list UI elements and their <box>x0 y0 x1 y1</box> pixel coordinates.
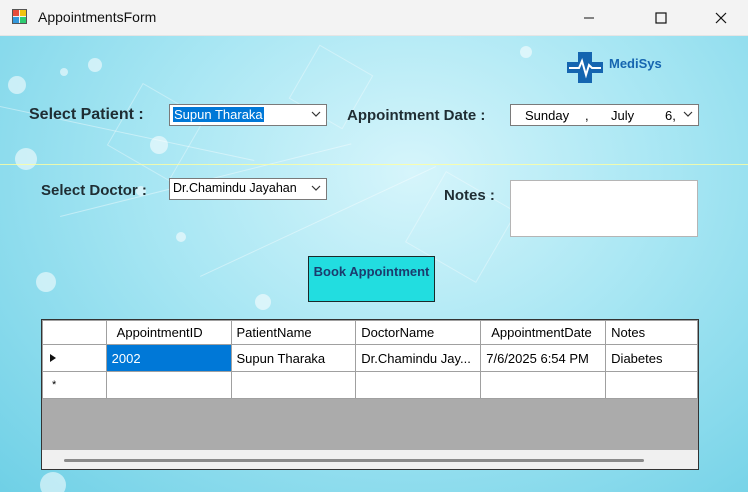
background-decoration <box>255 294 271 310</box>
grid-header-row: AppointmentID PatientName DoctorName App… <box>42 320 698 345</box>
new-row[interactable]: * <box>42 371 698 399</box>
cell-doctorname[interactable]: Dr.Chamindu Jay... <box>355 344 482 372</box>
table-row[interactable]: 2002 Supun Tharaka Dr.Chamindu Jay... 7/… <box>42 344 698 372</box>
app-icon <box>12 9 27 24</box>
background-decoration <box>8 76 26 94</box>
form-client-area: MediSys Select Patient : Supun Tharaka A… <box>0 36 748 492</box>
appointment-date-picker[interactable]: Sunday , July 6, <box>510 104 699 126</box>
book-appointment-button[interactable]: Book Appointment <box>308 256 435 302</box>
cell-appointmentdate[interactable]: 7/6/2025 6:54 PM <box>480 344 607 372</box>
doctor-label: Select Doctor : <box>41 182 147 199</box>
date-separator: , <box>585 108 589 123</box>
cell-appointmentid[interactable]: 2002 <box>105 344 232 372</box>
current-row-arrow-icon <box>50 353 56 362</box>
close-icon <box>715 12 727 23</box>
appointment-date-label: Appointment Date : <box>347 107 486 124</box>
appointments-table: AppointmentID PatientName DoctorName App… <box>42 320 698 399</box>
title-bar: AppointmentsForm <box>0 0 748 36</box>
cell-patientname[interactable]: Supun Tharaka <box>230 344 357 372</box>
date-weekday[interactable]: Sunday <box>525 108 569 123</box>
date-month[interactable]: July <box>611 108 634 123</box>
background-decoration <box>0 164 748 165</box>
notes-label: Notes : <box>444 187 495 204</box>
maximize-icon <box>655 11 667 24</box>
background-decoration <box>15 148 37 170</box>
window-title: AppointmentsForm <box>38 9 157 25</box>
background-decoration <box>40 472 66 492</box>
column-header-patientname[interactable]: PatientName <box>230 320 357 345</box>
maximize-button[interactable] <box>638 0 684 35</box>
column-header-doctorname[interactable]: DoctorName <box>355 320 482 345</box>
grid-corner-header[interactable] <box>42 320 107 345</box>
date-day[interactable]: 6, <box>665 108 676 123</box>
patient-label: Select Patient : <box>29 106 144 123</box>
new-row-cell[interactable] <box>105 371 232 399</box>
background-decoration <box>60 68 68 76</box>
appointments-grid[interactable]: AppointmentID PatientName DoctorName App… <box>41 319 699 470</box>
background-decoration <box>176 232 186 242</box>
medical-cross-icon <box>567 52 603 83</box>
scrollbar-thumb[interactable] <box>64 459 644 462</box>
chevron-down-icon <box>683 111 693 117</box>
medisys-logo: MediSys <box>565 50 675 84</box>
doctor-combobox[interactable]: Dr.Chamindu Jayahan <box>169 178 327 200</box>
background-decoration <box>520 46 532 58</box>
row-header[interactable] <box>42 344 107 372</box>
new-row-marker: * <box>42 371 107 399</box>
notes-textbox[interactable] <box>510 180 698 237</box>
new-row-cell[interactable] <box>480 371 607 399</box>
patient-combobox[interactable]: Supun Tharaka <box>169 104 327 126</box>
background-decoration <box>88 58 102 72</box>
minimize-icon <box>584 17 594 18</box>
minimize-button[interactable] <box>566 0 612 35</box>
new-row-cell[interactable] <box>230 371 357 399</box>
cell-notes[interactable]: Diabetes <box>605 344 698 372</box>
column-header-appointmentid[interactable]: AppointmentID <box>105 320 232 345</box>
horizontal-scrollbar[interactable] <box>42 450 698 469</box>
close-button[interactable] <box>698 0 744 35</box>
appointments-window: AppointmentsForm MediSys Select Patient … <box>0 0 748 492</box>
new-row-cell[interactable] <box>605 371 698 399</box>
column-header-notes[interactable]: Notes <box>605 320 698 345</box>
background-decoration <box>36 272 56 292</box>
new-row-cell[interactable] <box>355 371 482 399</box>
brand-name: MediSys <box>609 56 662 71</box>
chevron-down-icon <box>311 185 321 191</box>
doctor-value: Dr.Chamindu Jayahan <box>173 181 297 195</box>
column-header-appointmentdate[interactable]: AppointmentDate <box>480 320 607 345</box>
chevron-down-icon <box>311 111 321 117</box>
patient-value: Supun Tharaka <box>173 107 264 122</box>
